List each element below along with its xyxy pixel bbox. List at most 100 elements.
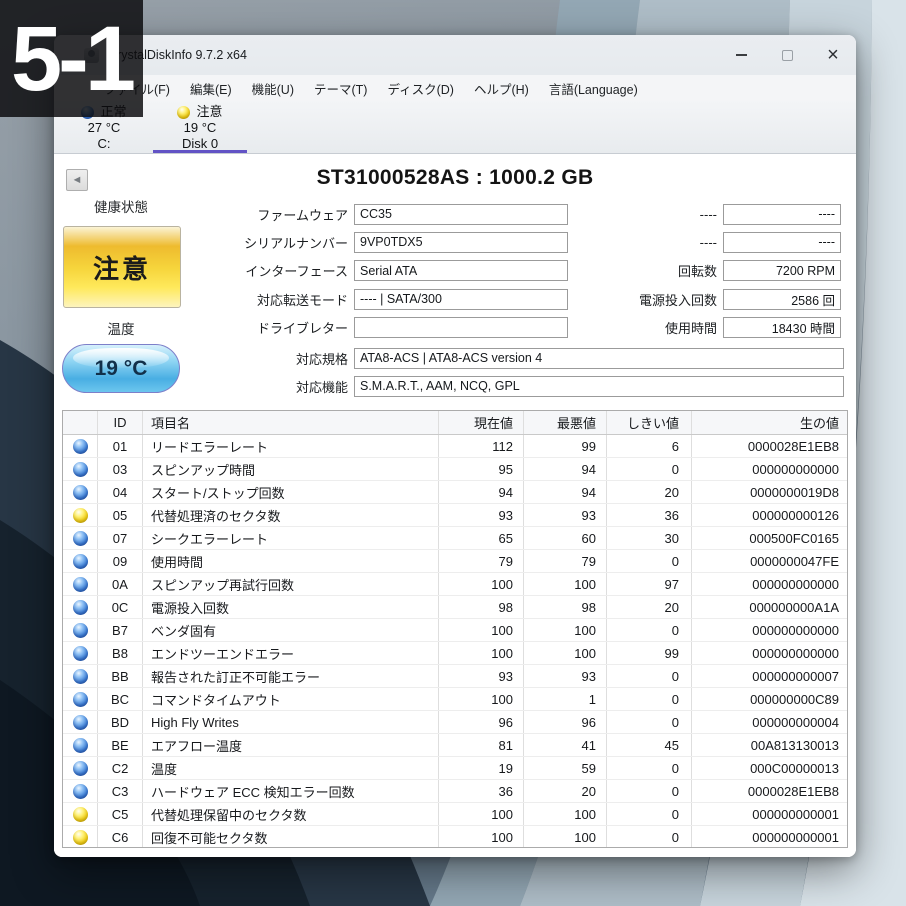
smart-id: C5 — [98, 803, 143, 825]
smart-row: C3 ハードウェア ECC 検知エラー回数 36 20 0 0000028E1E… — [63, 780, 847, 803]
smart-worst-value: 1 — [524, 688, 607, 710]
smart-worst-value: 99 — [524, 435, 607, 457]
annotation-label: 5-1 — [11, 7, 136, 110]
smart-row-status-cell — [63, 619, 98, 641]
close-icon: × — [827, 44, 839, 66]
drive-info-field: 対応転送モード ---- | SATA/300 — [184, 285, 568, 313]
annotation-overlay-badge: 5-1 — [0, 0, 143, 117]
smart-attribute-name: コマンドタイムアウト — [143, 688, 439, 710]
status-dot-icon — [72, 484, 88, 500]
disk-tab-label: C: — [97, 136, 111, 151]
status-dot-icon — [72, 461, 88, 477]
smart-id: BC — [98, 688, 143, 710]
field-label: 電源投入回数 — [638, 292, 717, 308]
disk-tab[interactable]: 注意 19 °C Disk 0 — [152, 101, 248, 153]
smart-row-status-cell — [63, 573, 98, 595]
smart-worst-value: 93 — [524, 665, 607, 687]
clipped-next-row-dot — [72, 850, 87, 857]
temperature-value: 19 °C — [94, 356, 148, 380]
header-status — [63, 411, 98, 434]
smart-current-value: 100 — [439, 688, 524, 710]
field-label: インターフェース — [245, 264, 348, 280]
field-label: シリアルナンバー — [244, 235, 348, 251]
smart-row-status-cell — [63, 458, 98, 480]
disk-tab-statusline: 注意 — [177, 104, 223, 120]
smart-threshold-value: 30 — [607, 527, 692, 549]
smart-id: 0A — [98, 573, 143, 595]
status-dot-icon — [72, 806, 88, 822]
smart-current-value: 36 — [439, 780, 524, 802]
menu-item[interactable]: ヘルプ(H) — [464, 75, 539, 101]
smart-id: 04 — [98, 481, 143, 503]
smart-worst-value: 59 — [524, 757, 607, 779]
smart-current-value: 79 — [439, 550, 524, 572]
smart-current-value: 100 — [439, 573, 524, 595]
back-icon: ◄ — [71, 174, 83, 186]
smart-raw-value: 000000000000 — [752, 622, 839, 638]
smart-current-value: 100 — [439, 803, 524, 825]
smart-current-value: 98 — [439, 596, 524, 618]
smart-row: BD High Fly Writes 96 96 0 000000000004 — [63, 711, 847, 734]
close-button[interactable]: × — [810, 35, 856, 75]
smart-row-status-cell — [63, 435, 98, 457]
disk-status-icon — [177, 105, 191, 119]
smart-raw-value: 000000000000 — [752, 576, 839, 592]
smart-threshold-value: 0 — [607, 458, 692, 480]
smart-raw-value: 0000000047FE — [750, 553, 839, 569]
smart-threshold-value: 45 — [607, 734, 692, 756]
smart-row: BE エアフロー温度 81 41 45 00A813130013 — [63, 734, 847, 757]
menu-item[interactable]: 編集(E) — [180, 75, 242, 101]
smart-row-status-cell — [63, 550, 98, 572]
field-value: S.M.A.R.T., AAM, NCQ, GPL — [354, 375, 844, 397]
smart-raw-value: 0000028E1EB8 — [747, 438, 839, 454]
smart-row-status-cell — [63, 688, 98, 710]
smart-threshold-value: 0 — [607, 688, 692, 710]
smart-threshold-value: 0 — [607, 803, 692, 825]
smart-attribute-name: 回復不可能セクタ数 — [143, 826, 439, 847]
menu-item[interactable]: テーマ(T) — [304, 75, 377, 101]
disk-tab-temperature: 27 °C — [87, 120, 121, 135]
smart-worst-value: 98 — [524, 596, 607, 618]
smart-current-value: 93 — [439, 665, 524, 687]
field-value: 18430 時間 — [723, 316, 841, 338]
status-dot-icon — [72, 760, 88, 776]
smart-raw-value: 000000000004 — [752, 714, 839, 730]
smart-row-status-cell — [63, 757, 98, 779]
smart-current-value: 95 — [439, 458, 524, 480]
smart-worst-value: 100 — [524, 619, 607, 641]
smart-attribute-name: ハードウェア ECC 検知エラー回数 — [143, 780, 439, 802]
smart-attribute-name: ベンダ固有 — [143, 619, 439, 641]
smart-raw-value: 000000000001 — [752, 829, 839, 845]
smart-row-status-cell — [63, 780, 98, 802]
temperature-badge[interactable]: 19 °C — [62, 344, 180, 393]
drive-info-field: ---- ---- — [574, 228, 841, 256]
temperature-label: 温度 — [107, 322, 135, 337]
previous-disk-button[interactable]: ◄ — [66, 169, 88, 191]
field-value: CC35 — [354, 203, 568, 225]
smart-current-value: 100 — [439, 826, 524, 847]
smart-threshold-value: 0 — [607, 780, 692, 802]
smart-threshold-value: 99 — [607, 642, 692, 664]
smart-row-status-cell — [63, 642, 98, 664]
titlebar: CrystalDiskInfo 9.7.2 x64 × — [54, 35, 856, 75]
menu-item[interactable]: ディスク(D) — [377, 75, 463, 101]
smart-current-value: 93 — [439, 504, 524, 526]
field-label: 対応規格 — [295, 351, 348, 367]
drive-info-field: ドライブレター — [184, 313, 568, 341]
smart-id: C6 — [98, 826, 143, 847]
smart-row: 09 使用時間 79 79 0 0000000047FE — [63, 550, 847, 573]
minimize-button[interactable] — [718, 35, 764, 75]
health-status-badge[interactable]: 注意 — [63, 226, 181, 308]
status-dot-icon — [72, 668, 88, 684]
smart-current-value: 96 — [439, 711, 524, 733]
smart-attribute-name: エンドツーエンドエラー — [143, 642, 439, 664]
desktop: CrystalDiskInfo 9.7.2 x64 × ファイル(F) 編集(E… — [0, 0, 906, 906]
smart-attribute-name: リードエラーレート — [143, 435, 439, 457]
menu-item[interactable]: 機能(U) — [242, 75, 304, 101]
maximize-button[interactable] — [764, 35, 810, 75]
status-dot-icon — [72, 829, 88, 845]
drive-info-field: インターフェース Serial ATA — [184, 257, 568, 285]
menu-item[interactable]: 言語(Language) — [539, 75, 648, 101]
smart-id: 05 — [98, 504, 143, 526]
smart-current-value: 81 — [439, 734, 524, 756]
